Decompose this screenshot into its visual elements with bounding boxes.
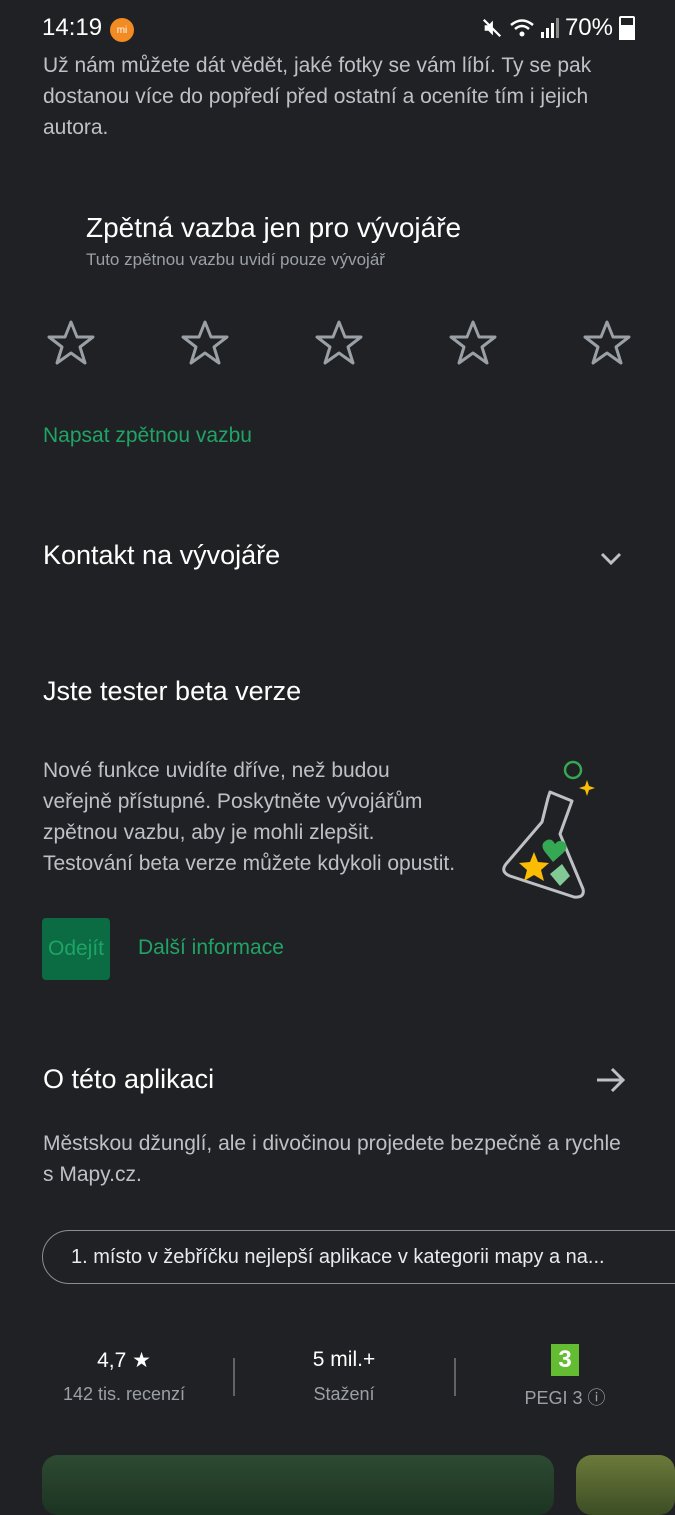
developer-feedback-subtitle: Tuto zpětnou vazbu uvidí pouze vývojář <box>86 250 385 269</box>
rating-value: 4,7 ★ <box>97 1349 151 1372</box>
star-rating <box>46 318 632 368</box>
star-icon-3[interactable] <box>314 318 364 368</box>
app-screenshot-2[interactable] <box>576 1455 675 1515</box>
downloads-label: Stažení <box>313 1384 375 1404</box>
downloads-value: 5 mil.+ <box>312 1348 376 1371</box>
info-icon[interactable]: ⓘ <box>583 1388 606 1408</box>
contact-developer-header[interactable]: Kontakt na vývojáře <box>43 540 280 571</box>
pegi-badge-icon: 3 <box>551 1344 579 1376</box>
beta-description: Nové funkce uvidíte dříve, než budou veř… <box>43 759 456 875</box>
status-time: 14:19 <box>42 14 103 41</box>
app-screenshot-1[interactable] <box>42 1455 554 1515</box>
signal-icon <box>540 18 559 38</box>
write-feedback-link[interactable]: Napsat zpětnou vazbu <box>43 424 252 448</box>
whats-new-text: Už nám můžete dát vědět, jaké fotky se v… <box>43 54 592 139</box>
beta-flask-illustration <box>502 760 595 899</box>
more-info-link[interactable]: Další informace <box>138 936 284 960</box>
star-icon-4[interactable] <box>448 318 498 368</box>
wifi-icon <box>510 19 534 37</box>
star-filled-icon: ★ <box>126 1349 151 1372</box>
star-icon-5[interactable] <box>582 318 632 368</box>
award-chip[interactable]: 1. místo v žebříčku nejlepší aplikace v … <box>42 1230 675 1284</box>
mute-icon <box>482 18 502 38</box>
chevron-down-icon[interactable] <box>598 545 624 571</box>
stat-divider <box>454 1358 456 1396</box>
star-icon-2[interactable] <box>180 318 230 368</box>
stat-divider <box>233 1358 235 1396</box>
leave-beta-button[interactable]: Odejít <box>42 918 110 980</box>
about-app-title[interactable]: O této aplikaci <box>43 1064 214 1095</box>
arrow-right-icon[interactable] <box>595 1066 627 1094</box>
reviews-count: 142 tis. recenzí <box>62 1384 186 1404</box>
about-description: Městskou džunglí, ale i divočinou projed… <box>43 1132 621 1186</box>
battery-icon <box>619 16 635 40</box>
star-icon-1[interactable] <box>46 318 96 368</box>
award-chip-label: 1. místo v žebříčku nejlepší aplikace v … <box>71 1245 605 1268</box>
mi-notification-icon: mi <box>110 18 134 42</box>
pegi-label[interactable]: PEGI 3 ⓘ <box>475 1384 655 1410</box>
status-icons: 70% <box>481 14 635 42</box>
beta-tester-title: Jste tester beta verze <box>43 676 302 706</box>
developer-feedback-title: Zpětná vazba jen pro vývojáře <box>86 212 462 243</box>
battery-percent: 70% <box>564 14 613 41</box>
